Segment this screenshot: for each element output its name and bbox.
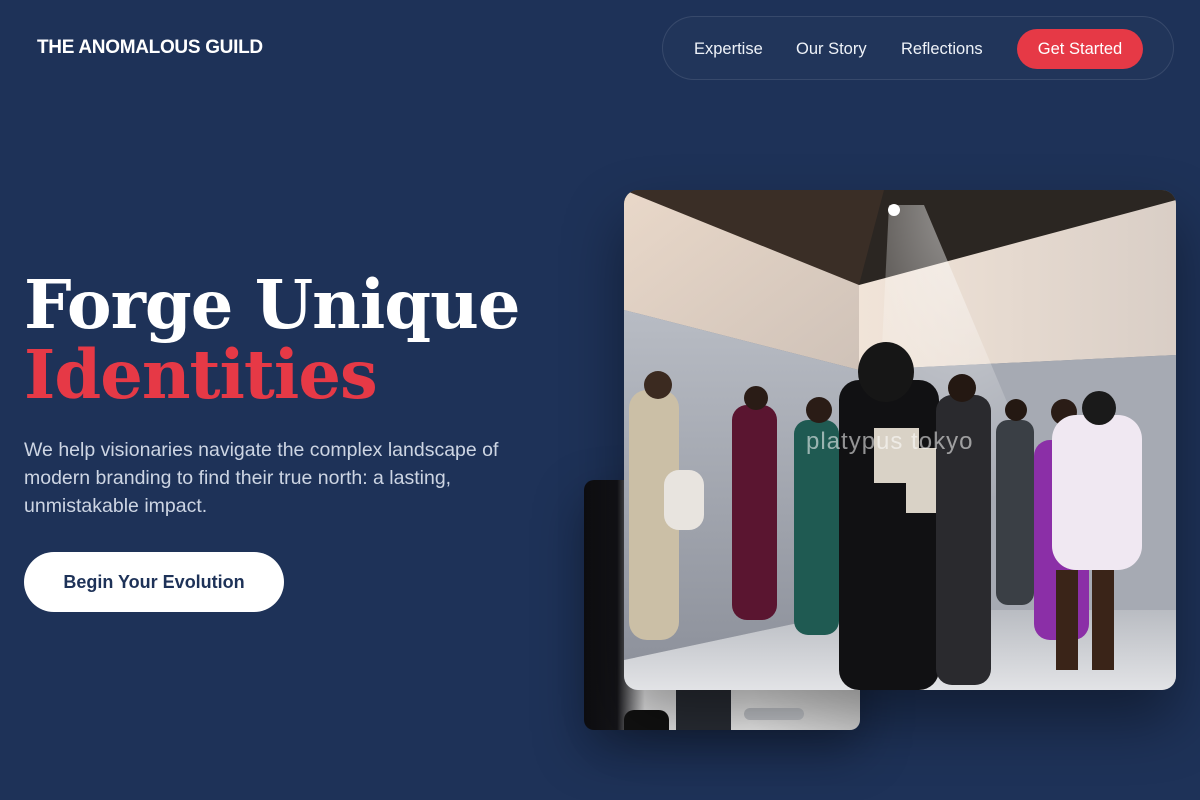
hero-title-line-2: Identities (24, 335, 378, 414)
hero-subtitle: We help visionaries navigate the complex… (24, 439, 499, 517)
get-started-button[interactable]: Get Started (1017, 29, 1143, 69)
hero-title: Forge Unique Identities (24, 265, 520, 414)
chair-shape (624, 710, 669, 730)
box-shape (676, 685, 731, 730)
nav-link-our-story[interactable]: Our Story (796, 40, 867, 59)
top-navigation: Expertise Our Story Reflections Get Star… (662, 16, 1174, 80)
brand-logo[interactable]: THE ANOMALOUS GUILD (37, 37, 263, 59)
begin-evolution-button[interactable]: Begin Your Evolution (24, 552, 284, 612)
hero-title-line-1: Forge Unique (24, 265, 520, 344)
nav-link-expertise[interactable]: Expertise (694, 40, 763, 59)
nav-link-reflections[interactable]: Reflections (901, 40, 983, 59)
feet-shape (744, 708, 804, 720)
image-watermark: platypus tokyo (806, 428, 974, 455)
